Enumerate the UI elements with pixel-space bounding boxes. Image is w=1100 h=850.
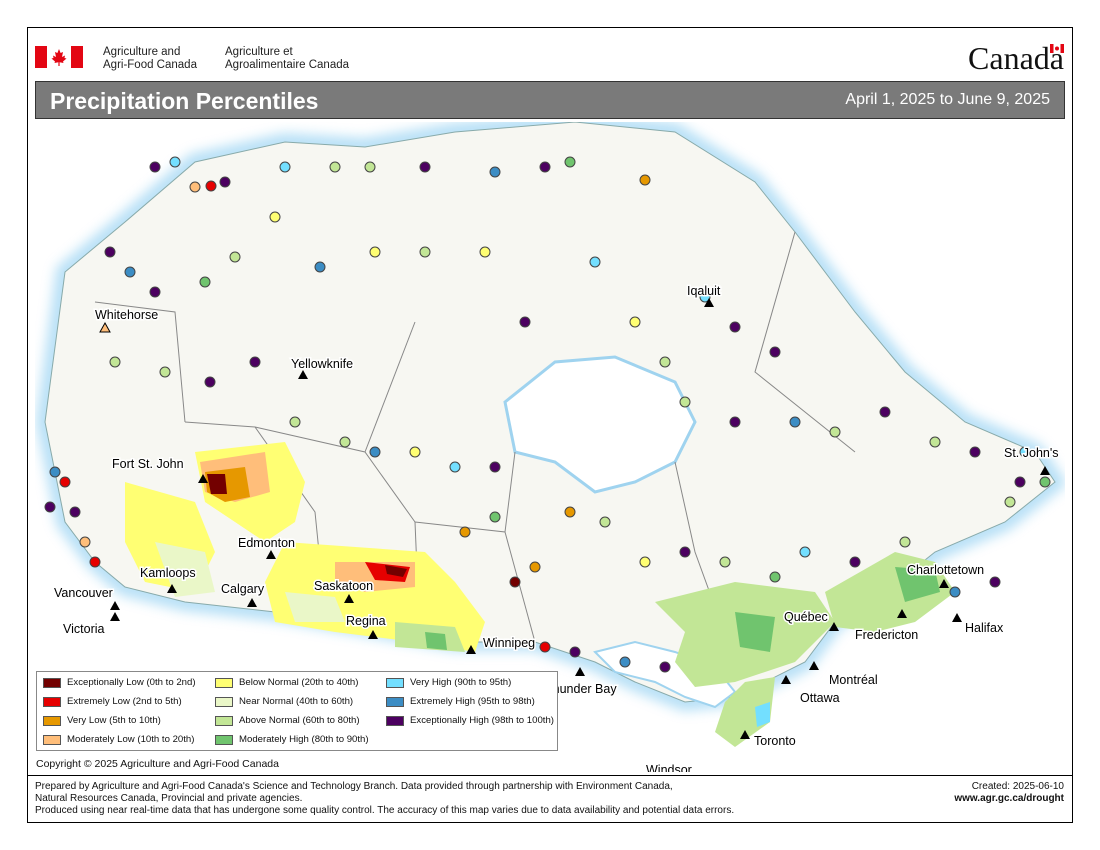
department-name-french: Agriculture et Agroalimentaire Canada	[225, 46, 349, 72]
legend: Exceptionally Low (0th to 2nd) Extremely…	[36, 671, 558, 751]
legend-label: Very Low (5th to 10th)	[67, 715, 161, 726]
city-label: Montréal	[829, 673, 878, 687]
dept-fr-line2: Agroalimentaire Canada	[225, 59, 350, 71]
city-label: Victoria	[63, 622, 105, 636]
legend-label: Moderately Low (10th to 20th)	[67, 734, 195, 745]
legend-label: Below Normal (20th to 40th)	[239, 677, 359, 688]
city-label: Windsor	[646, 763, 692, 772]
legend-label: Near Normal (40th to 60th)	[239, 696, 354, 707]
city-label: Regina	[346, 614, 386, 628]
city-label: Whitehorse	[95, 308, 158, 322]
legend-label: Exceptionally Low (0th to 2nd)	[67, 677, 196, 688]
legend-swatch	[215, 697, 233, 707]
dept-en-line1: Agriculture and	[103, 46, 181, 58]
city-label: St. John's	[1004, 446, 1059, 460]
legend-swatch	[43, 697, 61, 707]
city-label: Ottawa	[800, 691, 840, 705]
legend-label: Moderately High (80th to 90th)	[239, 734, 369, 745]
city-label: Yellowknife	[291, 357, 353, 371]
footer-line3: Produced using near real-time data that …	[35, 805, 735, 816]
city-label: Halifax	[965, 621, 1004, 635]
legend-label: Above Normal (60th to 80th)	[239, 715, 360, 726]
city-label: Charlottetown	[907, 563, 984, 577]
city-label: Fort St. John	[112, 457, 184, 471]
map-frame: Agriculture and Agri-Food Canada Agricul…	[27, 27, 1073, 823]
legend-swatch	[215, 716, 233, 726]
city-label: Winnipeg	[483, 636, 535, 650]
department-name-english: Agriculture and Agri-Food Canada	[103, 46, 197, 72]
dept-en-line2: Agri-Food Canada	[103, 59, 197, 71]
city-label: Edmonton	[238, 536, 295, 550]
legend-label: Very High (90th to 95th)	[410, 677, 512, 688]
city-label: Kamloops	[140, 566, 196, 580]
city-label: Vancouver	[54, 586, 113, 600]
legend-swatch	[43, 678, 61, 688]
wordmark-flag-icon	[1050, 44, 1064, 53]
legend-swatch	[215, 735, 233, 745]
copyright: Copyright © 2025 Agriculture and Agri-Fo…	[36, 758, 279, 770]
legend-swatch	[43, 716, 61, 726]
footer-line1: Prepared by Agriculture and Agri-Food Ca…	[35, 781, 673, 792]
created-date: Created: 2025-06-10	[971, 781, 1064, 792]
city-label: Saskatoon	[314, 579, 373, 593]
header: Agriculture and Agri-Food Canada Agricul…	[28, 28, 1072, 80]
legend-label: Extremely High (95th to 98th)	[410, 696, 535, 707]
city-label: Fredericton	[855, 628, 918, 642]
legend-swatch	[386, 716, 404, 726]
footer: Prepared by Agriculture and Agri-Food Ca…	[28, 775, 1072, 824]
legend-swatch	[43, 735, 61, 745]
map-title: Precipitation Percentiles	[50, 88, 319, 114]
legend-swatch	[386, 697, 404, 707]
legend-swatch	[386, 678, 404, 688]
legend-swatch	[215, 678, 233, 688]
legend-label: Extremely Low (2nd to 5th)	[67, 696, 182, 707]
canada-flag-icon	[35, 46, 83, 68]
title-bar: Precipitation Percentiles April 1, 2025 …	[35, 81, 1065, 119]
dept-fr-line1: Agriculture et	[225, 46, 293, 58]
city-label: Toronto	[754, 734, 796, 748]
city-label: Iqaluit	[687, 284, 721, 298]
drought-url[interactable]: www.agr.gc.ca/drought	[954, 793, 1064, 804]
city-label: Québec	[784, 610, 828, 624]
footer-line2: Natural Resources Canada, Provincial and…	[35, 793, 303, 804]
date-range: April 1, 2025 to June 9, 2025	[845, 91, 1050, 108]
legend-label: Exceptionally High (98th to 100th)	[410, 715, 554, 726]
city-label: Calgary	[221, 582, 265, 596]
